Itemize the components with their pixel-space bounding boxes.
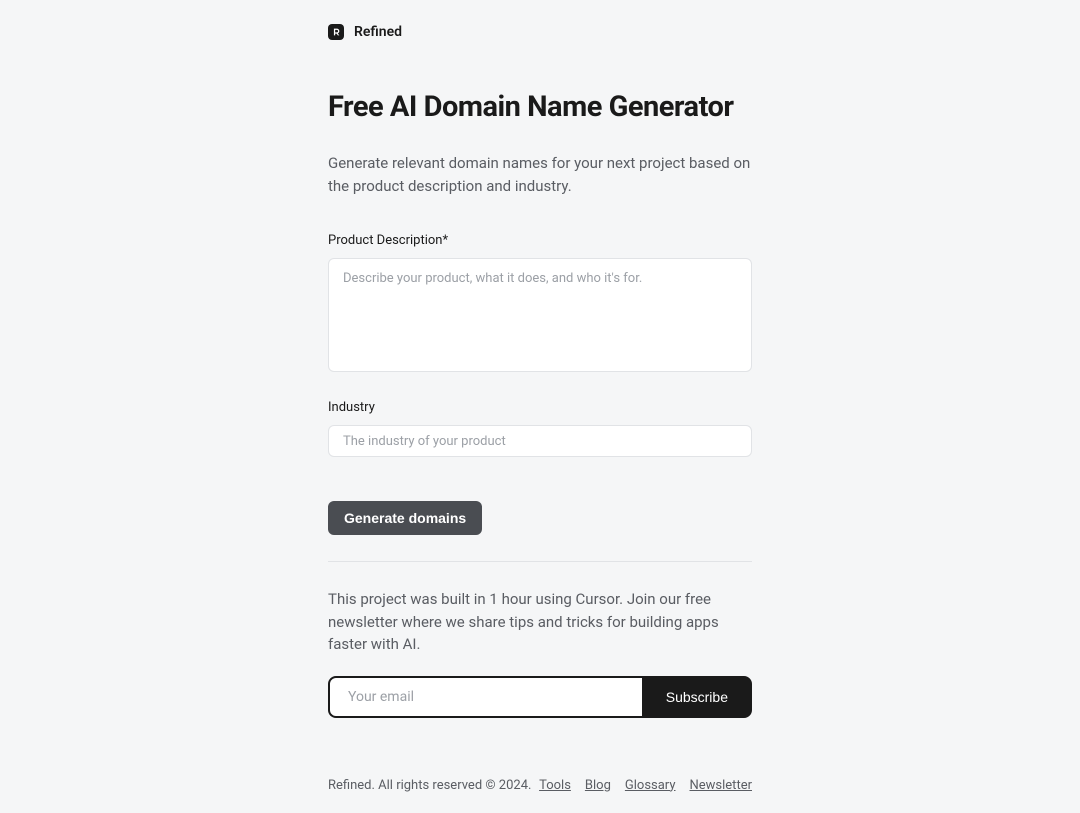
description-group: Product Description* <box>328 233 752 376</box>
footer: Refined. All rights reserved © 2024. Too… <box>328 778 752 813</box>
footer-link-newsletter[interactable]: Newsletter <box>689 778 752 793</box>
email-input[interactable] <box>328 676 642 718</box>
footer-link-glossary[interactable]: Glossary <box>625 778 676 793</box>
description-input[interactable] <box>328 258 752 372</box>
industry-input[interactable] <box>328 425 752 457</box>
page-subtitle: Generate relevant domain names for your … <box>328 152 752 197</box>
newsletter-form: Subscribe <box>328 676 752 718</box>
industry-group: Industry <box>328 400 752 457</box>
divider <box>328 561 752 562</box>
description-label: Product Description* <box>328 233 752 248</box>
logo-icon <box>328 24 344 40</box>
header: Refined <box>328 24 752 40</box>
brand-name[interactable]: Refined <box>354 24 402 40</box>
industry-label: Industry <box>328 400 752 415</box>
footer-link-blog[interactable]: Blog <box>585 778 611 793</box>
newsletter-text: This project was built in 1 hour using C… <box>328 588 752 656</box>
generate-button[interactable]: Generate domains <box>328 501 482 535</box>
copyright: Refined. All rights reserved © 2024. <box>328 778 531 793</box>
subscribe-button[interactable]: Subscribe <box>642 676 752 718</box>
footer-links: Tools Blog Glossary Newsletter <box>539 778 752 793</box>
page-title: Free AI Domain Name Generator <box>328 90 752 124</box>
footer-link-tools[interactable]: Tools <box>539 778 571 793</box>
